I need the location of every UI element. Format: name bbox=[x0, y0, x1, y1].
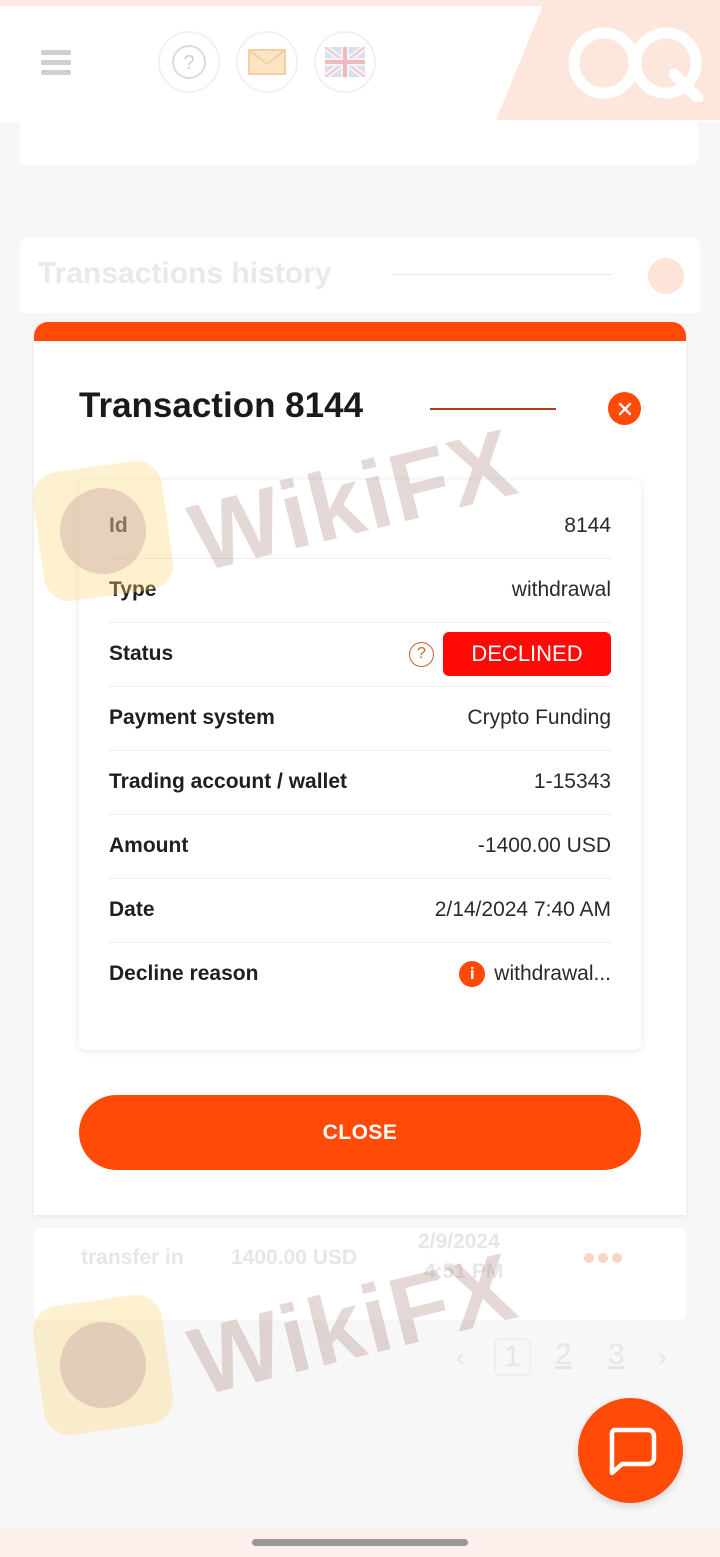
detail-row-account: Trading account / wallet 1-15343 bbox=[109, 750, 611, 815]
detail-value: -1400.00 USD bbox=[477, 834, 611, 857]
question-icon[interactable]: ? bbox=[409, 641, 434, 667]
detail-row-date: Date 2/14/2024 7:40 AM bbox=[109, 878, 611, 943]
close-button[interactable]: CLOSE bbox=[79, 1095, 641, 1170]
chat-button[interactable] bbox=[578, 1398, 683, 1503]
menu-button[interactable] bbox=[8, 10, 104, 114]
transaction-details: Id 8144 Type withdrawal Status ? DECLINE… bbox=[79, 480, 641, 1050]
detail-value: Crypto Funding bbox=[467, 706, 611, 729]
page-3[interactable]: 3 bbox=[608, 1338, 625, 1372]
detail-row-status: Status ? DECLINED bbox=[109, 622, 611, 687]
detail-label: Status bbox=[109, 642, 174, 665]
pagination: ‹ 1 2 3 › bbox=[0, 1338, 720, 1382]
detail-value: 1-15343 bbox=[533, 770, 611, 793]
menu-icon bbox=[41, 45, 71, 80]
mail-button[interactable] bbox=[236, 31, 298, 93]
row-time: 4:51 PM bbox=[424, 1260, 504, 1283]
title-divider bbox=[392, 274, 612, 275]
detail-row-type: Type withdrawal bbox=[109, 558, 611, 623]
mail-icon bbox=[248, 49, 286, 75]
uk-flag-icon bbox=[325, 47, 365, 77]
close-icon[interactable] bbox=[608, 392, 641, 425]
detail-label: Decline reason bbox=[109, 962, 259, 985]
row-date: 2/9/2024 bbox=[418, 1230, 500, 1253]
detail-value: withdrawal bbox=[511, 578, 611, 601]
home-indicator[interactable] bbox=[252, 1539, 468, 1546]
status-badge: DECLINED bbox=[443, 632, 611, 676]
info-icon[interactable]: i bbox=[459, 961, 486, 987]
detail-row-payment-system: Payment system Crypto Funding bbox=[109, 686, 611, 751]
collapse-toggle[interactable] bbox=[648, 258, 684, 294]
chat-bubble-icon bbox=[609, 1427, 656, 1475]
detail-value: 2/14/2024 7:40 AM bbox=[434, 898, 611, 921]
section-title: Transactions history bbox=[38, 257, 332, 290]
page-2[interactable]: 2 bbox=[555, 1338, 572, 1372]
oq-logo[interactable] bbox=[566, 24, 706, 102]
page-1[interactable]: 1 bbox=[494, 1338, 531, 1376]
detail-row-id: Id 8144 bbox=[109, 494, 611, 559]
x-icon bbox=[618, 402, 631, 415]
dialog-title: Transaction 8144 bbox=[79, 386, 364, 425]
top-bar: ? bbox=[0, 0, 720, 122]
detail-label: Type bbox=[109, 578, 157, 601]
help-button[interactable]: ? bbox=[158, 31, 220, 93]
transaction-dialog: Transaction 8144 Id 8144 Type withdrawal… bbox=[34, 322, 686, 1215]
transactions-history-card: Transactions history bbox=[20, 238, 700, 313]
detail-label: Amount bbox=[109, 834, 189, 857]
row-type: transfer in bbox=[81, 1246, 184, 1269]
dialog-accent-bar bbox=[34, 322, 686, 341]
status-value: ? DECLINED bbox=[409, 632, 611, 676]
prev-page-button[interactable]: ‹ bbox=[456, 1342, 465, 1373]
detail-label: Id bbox=[109, 514, 128, 537]
detail-label: Trading account / wallet bbox=[109, 770, 348, 793]
language-button[interactable] bbox=[314, 31, 376, 93]
svg-text:?: ? bbox=[183, 52, 194, 74]
help-icon: ? bbox=[172, 45, 206, 79]
detail-row-amount: Amount -1400.00 USD bbox=[109, 814, 611, 879]
next-page-button[interactable]: › bbox=[658, 1342, 667, 1373]
detail-value: 8144 bbox=[564, 514, 611, 537]
detail-label: Date bbox=[109, 898, 155, 921]
detail-label: Payment system bbox=[109, 706, 275, 729]
decline-reason-text: withdrawal... bbox=[494, 962, 611, 985]
row-amount: 1400.00 USD bbox=[231, 1246, 358, 1269]
previous-card-edge bbox=[20, 120, 698, 165]
more-options-icon[interactable] bbox=[584, 1250, 628, 1263]
table-row[interactable]: transfer in 1400.00 USD 2/9/2024 4:51 PM bbox=[34, 1228, 686, 1320]
detail-row-decline-reason: Decline reason i withdrawal... bbox=[109, 942, 611, 1006]
decline-reason-value[interactable]: i withdrawal... bbox=[459, 961, 611, 987]
title-divider bbox=[430, 408, 556, 410]
